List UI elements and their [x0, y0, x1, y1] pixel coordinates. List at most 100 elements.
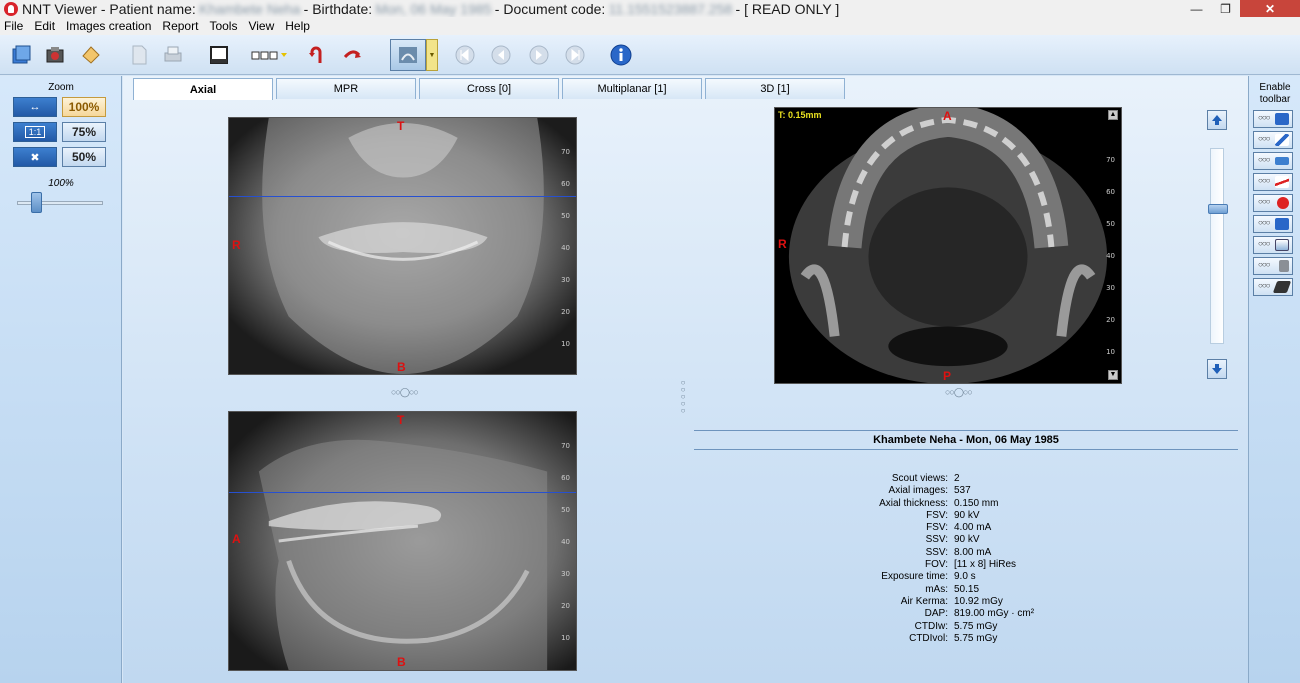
tab-multiplanar[interactable]: Multiplanar [1]: [562, 78, 702, 99]
new-document-button[interactable]: [126, 43, 152, 67]
info-row: CTDIw: 5.75 mGy: [694, 621, 1238, 633]
slice-up-button[interactable]: [1207, 110, 1227, 130]
zoom-slider-track[interactable]: [17, 201, 103, 205]
toolbar-toggle-text[interactable]: ○○○: [1253, 215, 1293, 233]
lateral-scout-viewport[interactable]: T A B 70 60 50 40 30 20 10: [228, 411, 577, 671]
zoom-75-button[interactable]: 75%: [62, 122, 106, 142]
eraser-icon: [82, 46, 100, 64]
next-button[interactable]: [526, 43, 552, 67]
fit-zoom-button[interactable]: ↔: [13, 97, 57, 117]
menu-edit[interactable]: Edit: [34, 19, 55, 33]
info-row: mAs: 50.15: [694, 584, 1238, 596]
frontal-pager-dots[interactable]: ○○◯○○: [391, 387, 419, 398]
fit-icon: ↔: [29, 101, 41, 113]
implant-icon: [1272, 281, 1292, 293]
info-row: Axial images: 537: [694, 485, 1238, 497]
menu-file[interactable]: File: [4, 19, 23, 33]
zoom-50-button[interactable]: 50%: [62, 147, 106, 167]
tab-mpr[interactable]: MPR: [276, 78, 416, 99]
layout-dots-icon: ○○○: [1258, 155, 1270, 164]
window-icon: [210, 46, 228, 64]
toolbar-toggle-measure[interactable]: ○○○: [1253, 131, 1293, 149]
layout-icon: [251, 51, 287, 60]
minimize-button[interactable]: —: [1182, 0, 1211, 17]
tab-cross[interactable]: Cross [0]: [419, 78, 559, 99]
print-button[interactable]: [160, 43, 186, 67]
slice-position-line[interactable]: [229, 492, 576, 493]
slice-position-line[interactable]: [229, 196, 576, 197]
tools-zoom-button[interactable]: ✖: [13, 147, 57, 167]
main-toolbar: ▼: [0, 35, 1300, 75]
toolbar-toggle-record[interactable]: ○○○: [1253, 194, 1293, 212]
main-area: Axial MPR Cross [0] Multiplanar [1] 3D […: [123, 76, 1248, 683]
toolbar-toggle-3d[interactable]: ○○○: [1253, 110, 1293, 128]
scroll-down-viewport-button[interactable]: ▼: [1108, 370, 1118, 380]
zoom-100-button[interactable]: 100%: [62, 97, 106, 117]
image-icon: [1275, 239, 1289, 251]
cube-icon: [1275, 113, 1289, 125]
ruler-tick: 20: [561, 602, 570, 610]
menu-view[interactable]: View: [248, 19, 274, 33]
actual-size-button[interactable]: 1:1: [13, 122, 57, 142]
window-button[interactable]: [206, 43, 232, 67]
toolbar-toggle-implant[interactable]: ○○○: [1253, 278, 1293, 296]
patient-info-header: Khambete Neha - Mon, 06 May 1985: [694, 430, 1238, 450]
rotate-left-button[interactable]: [304, 43, 330, 67]
image-view-dropdown[interactable]: ▼: [426, 39, 438, 71]
splitter-handle[interactable]: ○ ○ ○ ○ ○: [680, 379, 686, 415]
title-app: NNT Viewer - Patient name:: [22, 0, 196, 17]
restore-button[interactable]: ❐: [1211, 0, 1240, 17]
xray-image-icon: [399, 47, 417, 63]
orient-left-label: R: [778, 237, 787, 251]
close-button[interactable]: ✕: [1240, 0, 1300, 17]
title-birthdate: Mon, 06 May 1985: [375, 0, 492, 17]
info-key: Axial images:: [888, 485, 948, 497]
layout-dots-icon: ○○○: [1258, 260, 1270, 269]
archive-icon: [12, 45, 31, 64]
acquire-button[interactable]: [42, 43, 68, 67]
first-icon: [455, 45, 475, 65]
info-row: DAP: 819.00 mGy · cm²: [694, 608, 1238, 620]
info-value: 0.150 mm: [954, 497, 999, 509]
tab-axial[interactable]: Axial: [133, 78, 273, 100]
menu-tools[interactable]: Tools: [209, 19, 237, 33]
zoom-slider-thumb[interactable]: [31, 192, 42, 213]
rotate-right-button[interactable]: [340, 43, 366, 67]
orient-bottom-label: B: [397, 655, 406, 669]
info-key: Air Kerma:: [900, 595, 948, 607]
toolbar-toggle-ruler[interactable]: ○○○: [1253, 152, 1293, 170]
title-doccode: 11.1551523887.258: [608, 0, 733, 17]
previous-button[interactable]: [488, 43, 514, 67]
eraser-button[interactable]: [78, 43, 104, 67]
layout-dots-icon: ○○○: [1258, 239, 1270, 248]
menu-images-creation[interactable]: Images creation: [66, 19, 151, 33]
tab-3d[interactable]: 3D [1]: [705, 78, 845, 99]
image-view-button[interactable]: [390, 39, 426, 71]
first-button[interactable]: [452, 43, 478, 67]
slice-down-button[interactable]: [1207, 359, 1227, 379]
frontal-scout-viewport[interactable]: T R B 70 60 50 40 30 20 10: [228, 117, 577, 375]
orient-bottom-label: B: [397, 360, 406, 374]
menu-report[interactable]: Report: [162, 19, 198, 33]
toolbar-toggle-image[interactable]: ○○○: [1253, 236, 1293, 254]
ruler-tick: 60: [561, 474, 570, 482]
toolbar-toggle-delete[interactable]: ○○○: [1253, 257, 1293, 275]
slice-scrollbar[interactable]: [1210, 148, 1224, 344]
slice-scrollbar-thumb[interactable]: [1208, 204, 1228, 214]
info-button[interactable]: [608, 43, 634, 67]
ruler-tick: 50: [561, 212, 570, 220]
info-row: FSV: 4.00 mA: [694, 522, 1238, 534]
down-icon: ▼: [1109, 371, 1117, 378]
last-button[interactable]: [562, 43, 588, 67]
layout-dots-icon: ○○○: [1258, 113, 1270, 122]
open-archive-button[interactable]: [8, 43, 34, 67]
menu-help[interactable]: Help: [285, 19, 310, 33]
toolbar-toggle-draw[interactable]: ○○○: [1253, 173, 1293, 191]
axial-viewport[interactable]: T: 0.15mm ▲ A R P 70 60 50 40 30 20 10 ▼: [774, 107, 1122, 384]
arrow-up-icon: [1212, 115, 1222, 125]
axial-pager-dots[interactable]: ○○◯○○: [945, 387, 973, 398]
layout-button[interactable]: [250, 43, 290, 67]
window-controls: — ❐ ✕: [1182, 0, 1300, 17]
info-value: 5.75 mGy: [954, 632, 998, 644]
maximize-icon: ▲: [1109, 111, 1117, 118]
